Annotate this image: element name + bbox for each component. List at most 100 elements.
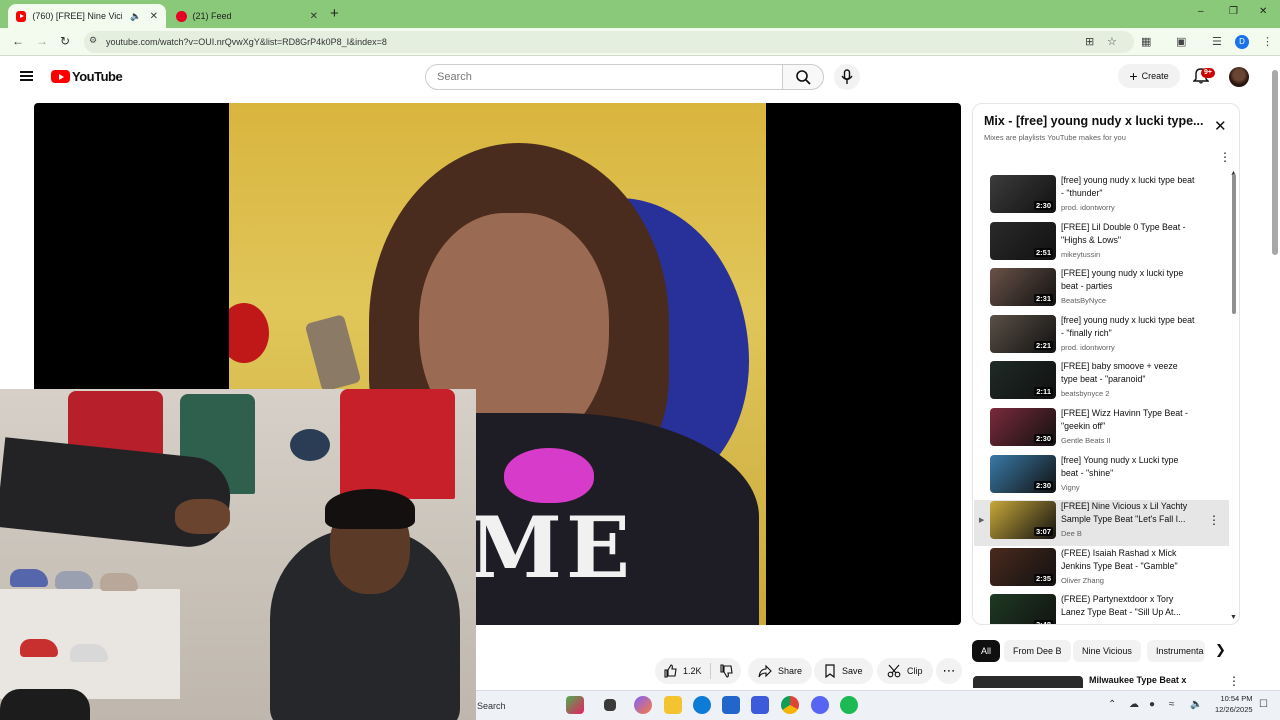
playlist-thumbnail[interactable]: 2:31 xyxy=(990,268,1056,307)
playlist-thumbnail[interactable]: 3:07 xyxy=(990,501,1056,540)
store-icon[interactable] xyxy=(722,696,740,714)
taskbar-clock[interactable]: 10:54 PM 12/26/2025 xyxy=(1215,693,1253,715)
copilot-icon[interactable] xyxy=(634,696,652,714)
playlist-thumbnail[interactable]: 2:30 xyxy=(990,454,1056,493)
close-window-icon[interactable]: ✕ xyxy=(1259,6,1267,17)
share-button[interactable]: Share xyxy=(748,658,813,684)
playlist-thumbnail[interactable]: 2:21 xyxy=(990,314,1056,353)
playlist-item-title[interactable]: [FREE] baby smoove + veeze type beat - "… xyxy=(1061,360,1196,386)
close-tab-icon[interactable]: ✕ xyxy=(150,11,158,22)
playlist-title[interactable]: Mix - [free] young nudy x lucki type... xyxy=(984,114,1204,128)
cast-icon[interactable]: ▣ xyxy=(1176,35,1186,48)
volume-icon[interactable]: 🔈 xyxy=(1190,699,1202,710)
playlist-item-title[interactable]: [free] young nudy x lucki type beat - "f… xyxy=(1061,314,1196,340)
playlist-item-channel[interactable]: Vigny xyxy=(1061,483,1080,492)
install-app-icon[interactable]: ⊞ xyxy=(1085,35,1094,48)
playlist-item[interactable]: 2:30 [free] Young nudy x Lucki type beat … xyxy=(974,454,1229,500)
create-button[interactable]: + Create xyxy=(1118,64,1180,88)
tray-chevron-icon[interactable]: ⌃ xyxy=(1108,699,1116,710)
youtube-logo[interactable]: YouTube xyxy=(51,69,123,84)
playlist-thumbnail[interactable]: 2:30 xyxy=(990,408,1056,446)
playlist-item-title[interactable]: (FREE) Partynextdoor x Tory Lanez Type B… xyxy=(1061,593,1196,619)
playlist-item[interactable]: 2:30 [FREE] Wizz Havinn Type Beat - "geek… xyxy=(974,407,1229,453)
playlist-item-title[interactable]: [free] young nudy x lucki type beat - "t… xyxy=(1061,174,1196,200)
recommended-thumbnail[interactable] xyxy=(973,676,1083,688)
playlist-item-title[interactable]: [FREE] Lil Double 0 Type Beat - "Highs &… xyxy=(1061,221,1196,247)
playlist-item[interactable]: 2:21 [free] young nudy x lucki type beat … xyxy=(974,314,1229,360)
address-bar[interactable]: youtube.com/watch?v=OUI.nrQvwXgY&list=RD… xyxy=(84,31,1134,53)
forward-icon[interactable]: → xyxy=(36,34,48,48)
playlist-thumbnail[interactable]: 3:48 xyxy=(990,594,1056,624)
file-explorer-icon[interactable] xyxy=(664,696,682,714)
dislike-button[interactable] xyxy=(719,664,733,678)
notification-center-icon[interactable]: ☐ xyxy=(1259,699,1268,710)
bookmark-star-icon[interactable]: ☆ xyxy=(1107,35,1117,48)
new-tab-button[interactable]: + xyxy=(330,5,339,22)
save-button[interactable]: Save xyxy=(814,658,873,684)
app-icon[interactable] xyxy=(840,696,858,714)
playlist-item-title[interactable]: [FREE] Wizz Havinn Type Beat - "geekin o… xyxy=(1061,407,1196,433)
voice-search-button[interactable] xyxy=(834,64,860,90)
playlist-item[interactable]: 2:11 [FREE] baby smoove + veeze type beat… xyxy=(974,360,1229,406)
like-button[interactable]: 1.2K xyxy=(663,664,702,678)
playlist-item-title[interactable]: (FREE) Isaiah Rashad x Mick Jenkins Type… xyxy=(1061,547,1196,573)
search-button[interactable] xyxy=(782,64,824,90)
extensions-icon[interactable]: ▦ xyxy=(1141,35,1151,48)
recommended-title[interactable]: Milwaukee Type Beat x xyxy=(1089,675,1186,685)
playlist-item-channel[interactable]: beatsbynyce 2 xyxy=(1061,389,1109,398)
discord-icon[interactable] xyxy=(811,696,829,714)
close-tab-icon[interactable]: ✕ xyxy=(310,11,318,22)
chrome-menu-icon[interactable]: ⋮ xyxy=(1262,35,1273,48)
menu-icon[interactable] xyxy=(20,71,33,81)
scroll-down-icon[interactable]: ▼ xyxy=(1230,614,1237,621)
search-input[interactable]: Search xyxy=(425,64,783,90)
chrome-icon[interactable] xyxy=(781,696,799,714)
minimize-icon[interactable]: – xyxy=(1198,6,1204,17)
site-info-icon[interactable]: ⚙ xyxy=(89,35,97,46)
playlist-scrollbar[interactable] xyxy=(1232,174,1236,314)
clip-button[interactable]: Clip xyxy=(877,658,933,684)
playlist-item-title[interactable]: [FREE] young nudy x lucki type beat - pa… xyxy=(1061,267,1196,293)
playlist-item-channel[interactable]: prod. idontworry xyxy=(1061,203,1115,212)
playlist-thumbnail[interactable]: 2:51 xyxy=(990,221,1056,260)
chevron-right-icon[interactable]: ❯ xyxy=(1215,642,1226,658)
browser-tab-feed[interactable]: (21) Feed ✕ xyxy=(168,4,326,28)
chip-nine-vicious[interactable]: Nine Vicious xyxy=(1073,640,1141,662)
chip-instrumental[interactable]: Instrumenta xyxy=(1147,640,1205,662)
more-vertical-icon[interactable]: ⋮ xyxy=(1228,674,1240,688)
playlist-thumbnail[interactable]: 2:35 xyxy=(990,547,1056,586)
reload-icon[interactable]: ↻ xyxy=(60,34,70,48)
chip-all[interactable]: All xyxy=(972,640,1001,662)
microphone-tray-icon[interactable]: ● xyxy=(1149,699,1155,710)
playlist-menu-icon[interactable]: ⋮ xyxy=(1219,150,1231,164)
outlook-icon[interactable] xyxy=(751,696,769,714)
playlist-item-channel[interactable]: BeatsByNyce xyxy=(1061,296,1106,305)
profile-avatar[interactable]: D xyxy=(1235,35,1249,49)
back-icon[interactable]: ← xyxy=(12,34,24,48)
close-playlist-icon[interactable]: ✕ xyxy=(1214,119,1227,134)
more-actions-button[interactable]: ⋯ xyxy=(936,658,962,684)
task-view-icon[interactable] xyxy=(604,699,616,711)
wifi-icon[interactable]: ≈ xyxy=(1169,699,1175,710)
browser-tab-youtube[interactable]: (760) [FREE] Nine Vicious x 🔈 ✕ xyxy=(8,4,166,28)
playlist-item-channel[interactable]: mikeytussin xyxy=(1061,250,1100,259)
media-controls-icon[interactable]: ☰ xyxy=(1212,35,1222,48)
playlist-item[interactable]: 2:35 (FREE) Isaiah Rashad x Mick Jenkins … xyxy=(974,547,1229,593)
playlist-item-title[interactable]: [FREE] Nine Vicious x Lil Yachty Sample … xyxy=(1061,500,1196,526)
playlist-item-title[interactable]: [free] Young nudy x Lucki type beat - "s… xyxy=(1061,454,1196,480)
widgets-icon[interactable] xyxy=(566,696,584,714)
more-vertical-icon[interactable]: ⋮ xyxy=(1208,513,1220,527)
onedrive-icon[interactable]: ☁ xyxy=(1129,699,1139,710)
restore-icon[interactable]: ❐ xyxy=(1229,6,1238,17)
page-scrollbar[interactable] xyxy=(1272,70,1278,255)
playlist-item[interactable]: 2:31 [FREE] young nudy x lucki type beat … xyxy=(974,267,1229,313)
chip-from-dee-b[interactable]: From Dee B xyxy=(1004,640,1071,662)
edge-icon[interactable] xyxy=(693,696,711,714)
playlist-item-channel[interactable]: prod. idontworry xyxy=(1061,343,1115,352)
account-avatar[interactable] xyxy=(1229,67,1249,87)
playlist-thumbnail[interactable]: 2:11 xyxy=(990,361,1056,400)
playlist-item[interactable]: 2:30 [free] young nudy x lucki type beat … xyxy=(974,174,1229,220)
playlist-item[interactable]: 2:51 [FREE] Lil Double 0 Type Beat - "Hig… xyxy=(974,221,1229,267)
playlist-item-channel[interactable]: Gentle Beats II xyxy=(1061,436,1111,445)
playlist-thumbnail[interactable]: 2:30 xyxy=(990,175,1056,213)
